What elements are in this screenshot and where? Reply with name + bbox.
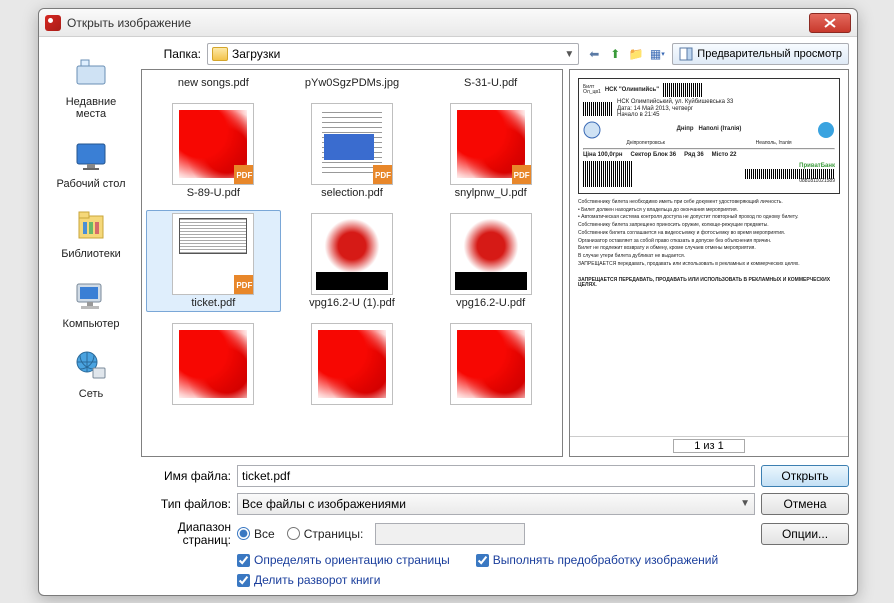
folder-dropdown[interactable]: Загрузки ▼ [207,43,579,65]
file-item[interactable]: S-31-U.pdf [423,74,558,92]
preprocess-checkbox[interactable]: Выполнять предобработку изображений [476,553,718,567]
folder-row: Папка: Загрузки ▼ ⬅ ⬆ 📁 ▦▾ Предварительн… [141,43,849,65]
file-item[interactable]: pYw0SgzPDMs.jpg [285,74,420,92]
cancel-button[interactable]: Отмена [761,493,849,515]
file-item[interactable]: PDF ticket.pdf [146,210,281,312]
orientation-checkbox[interactable]: Определять ориентацию страницы [237,553,450,567]
file-thumbnail: PDF [450,103,532,185]
file-label: snylpnw_U.pdf [441,187,541,199]
file-label: S-31-U.pdf [441,77,541,89]
places-sidebar: Недавние места Рабочий стол Библиотеки К… [47,43,135,587]
preview-document: Билт Ол_цв1 НСК "Олимпийсь" НСК Олимпийс… [570,70,848,436]
up-icon[interactable]: ⬆ [606,45,624,63]
back-icon[interactable]: ⬅ [585,45,603,63]
folder-icon [212,47,228,61]
file-thumbnail: PDF [172,213,254,295]
file-thumbnail [172,323,254,405]
chevron-down-icon: ▼ [740,498,750,509]
chevron-down-icon: ▼ [564,49,574,60]
filetype-label: Тип файлов: [141,497,231,511]
window-title: Открыть изображение [67,16,809,30]
range-all-radio[interactable]: Все [237,527,275,541]
preview-fine-print: Собственнику билета необходимо иметь при… [578,200,840,289]
pdf-badge-icon: PDF [512,165,532,185]
filetype-dropdown[interactable]: Все файлы с изображениями ▼ [237,493,755,515]
filename-label: Имя файла: [141,469,231,483]
split-checkbox[interactable]: Делить разворот книги [237,573,380,587]
preview-icon [679,47,693,61]
preview-page-nav: 1 из 1 [570,436,848,456]
sidebar-item-computer[interactable]: Компьютер [47,273,135,333]
file-thumbnail [450,213,532,295]
dialog-window: Открыть изображение Недавние места Рабоч… [38,8,858,596]
file-thumbnail [311,213,393,295]
file-item[interactable] [423,320,558,410]
toolbar-icons: ⬅ ⬆ 📁 ▦▾ [585,45,666,63]
pdf-badge-icon: PDF [234,165,254,185]
folder-selected: Загрузки [232,47,280,61]
libraries-icon [71,206,111,246]
pdf-badge-icon: PDF [234,275,254,295]
pdf-badge-icon: PDF [373,165,393,185]
new-folder-icon[interactable]: 📁 [627,45,645,63]
range-pages-input [375,523,525,545]
preview-toggle-button[interactable]: Предварительный просмотр [672,43,849,65]
team-logo-icon [817,121,835,139]
file-item[interactable]: vpg16.2-U.pdf [423,210,558,312]
computer-icon [71,276,111,316]
dialog-body: Недавние места Рабочий стол Библиотеки К… [39,37,857,595]
desktop-icon [71,136,111,176]
file-item[interactable]: PDF S-89-U.pdf [146,100,281,202]
file-item[interactable]: new songs.pdf [146,74,281,92]
options-button[interactable]: Опции... [761,523,849,545]
range-pages-radio[interactable]: Страницы: [287,527,364,541]
file-item[interactable] [285,320,420,410]
file-thumbnail: PDF [311,103,393,185]
folder-label: Папка: [141,47,201,61]
recent-places-icon [71,54,111,94]
file-label: selection.pdf [302,187,402,199]
file-label: vpg16.2-U (1).pdf [302,297,402,309]
titlebar: Открыть изображение [39,9,857,37]
file-thumbnail [450,323,532,405]
file-label: ticket.pdf [163,297,263,309]
file-thumbnail [311,323,393,405]
network-icon [71,346,111,386]
app-icon [45,15,61,31]
sidebar-item-recent[interactable]: Недавние места [47,51,135,123]
file-thumbnail: PDF [172,103,254,185]
page-indicator: 1 из 1 [673,439,745,453]
sidebar-item-network[interactable]: Сеть [47,343,135,403]
file-list-pane[interactable]: new songs.pdf pYw0SgzPDMs.jpg S-31-U.pdf PD… [141,69,563,457]
file-label: vpg16.2-U.pdf [441,297,541,309]
content-row: new songs.pdf pYw0SgzPDMs.jpg S-31-U.pdf PD… [141,69,849,457]
file-item[interactable]: PDF selection.pdf [285,100,420,202]
sidebar-item-desktop[interactable]: Рабочий стол [47,133,135,193]
range-label: Диапазон страниц: [141,521,231,547]
open-button[interactable]: Открыть [761,465,849,487]
barcode-icon [663,83,703,97]
close-icon [824,18,836,28]
file-label: S-89-U.pdf [163,187,263,199]
file-item[interactable] [146,320,281,410]
view-mode-icon[interactable]: ▦▾ [648,45,666,63]
bottom-form: Имя файла: Открыть Тип файлов: Все файлы… [141,457,849,587]
barcode-icon [583,102,613,116]
preview-pane: Билт Ол_цв1 НСК "Олимпийсь" НСК Олимпийс… [569,69,849,457]
filename-input[interactable] [237,465,755,487]
close-button[interactable] [809,13,851,33]
file-item[interactable]: vpg16.2-U (1).pdf [285,210,420,312]
sidebar-item-libraries[interactable]: Библиотеки [47,203,135,263]
barcode-icon [583,161,633,187]
main-area: Папка: Загрузки ▼ ⬅ ⬆ 📁 ▦▾ Предварительн… [141,43,849,587]
file-label: new songs.pdf [163,77,263,89]
file-item[interactable]: PDF snylpnw_U.pdf [423,100,558,202]
team-logo-icon [583,121,601,139]
file-label: pYw0SgzPDMs.jpg [302,77,402,89]
